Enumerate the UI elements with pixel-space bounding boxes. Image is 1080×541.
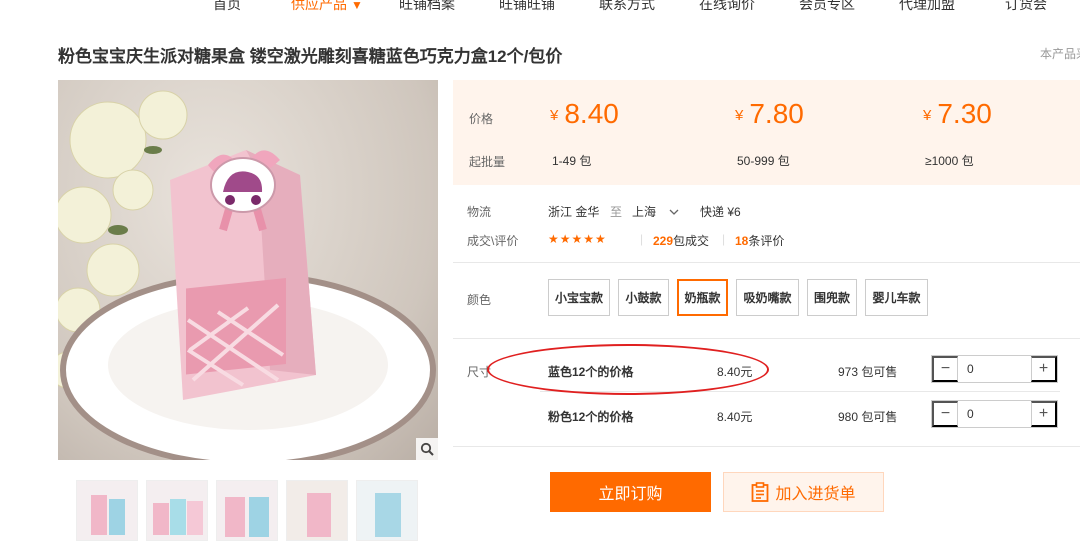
nav-shop-profile[interactable]: 旺铺档案	[399, 0, 455, 14]
reviews-link[interactable]: 18条评价	[735, 232, 784, 249]
chevron-down-icon: ▼	[351, 0, 363, 12]
nav-inquiry[interactable]: 在线询价	[699, 0, 755, 14]
thumbnail-4[interactable]	[286, 480, 348, 541]
buy-now-button[interactable]: 立即订购	[550, 472, 711, 512]
nav-agency[interactable]: 代理加盟	[899, 0, 955, 14]
price-value: 7.30	[937, 98, 992, 129]
quantity-stepper-blue: − +	[931, 355, 1058, 383]
price-tier-3: ¥7.30	[923, 98, 992, 130]
annotation-ellipse	[487, 344, 769, 395]
shipping-fee: 快递 ¥6	[700, 205, 741, 219]
quantity-input[interactable]	[959, 401, 1031, 427]
color-option-baby[interactable]: 小宝宝款	[548, 279, 610, 316]
deals-count: 229	[653, 234, 674, 248]
divider	[453, 446, 1080, 447]
qty-tier-2: 50-999 包	[737, 154, 790, 168]
divider	[453, 262, 1080, 263]
min-order-label: 起批量	[469, 155, 506, 169]
price-label: 价格	[469, 112, 494, 126]
qty-tier-3: ≥1000 包	[925, 154, 974, 168]
clipboard-icon	[752, 482, 769, 502]
top-nav: 首页 供应产品 ▼ 旺铺档案 旺铺旺铺 联系方式 在线询价 会员专区 代理加盟 订…	[0, 0, 1080, 16]
price-value: 7.80	[749, 98, 804, 129]
review-count: 18	[735, 234, 749, 248]
size-name-pink: 粉色12个的价格	[548, 410, 634, 424]
add-to-cart-button[interactable]: 加入进货单	[723, 472, 884, 512]
currency-symbol: ¥	[735, 107, 744, 124]
thumbnail-2[interactable]	[146, 480, 208, 541]
thumbnail-3[interactable]	[216, 480, 278, 541]
product-title: 粉色宝宝庆生派对糖果盒 镂空激光雕刻喜糖蓝色巧克力盒12个/包价	[58, 47, 563, 66]
price-tier-1: ¥8.40	[550, 98, 619, 130]
quantity-input[interactable]	[959, 356, 1031, 382]
separator: |	[640, 232, 644, 246]
qty-tier-1: 1-49 包	[552, 154, 592, 168]
price-value: 8.40	[564, 98, 619, 129]
ship-from: 浙江 金华	[548, 205, 600, 219]
quantity-stepper-pink: − +	[931, 400, 1058, 428]
add-to-cart-label: 加入进货单	[775, 486, 856, 503]
price-panel: 价格 起批量 ¥8.40 ¥7.80 ¥7.30 1-49 包 50-999 包…	[453, 80, 1080, 185]
decrement-button[interactable]: −	[932, 401, 958, 427]
zoom-icon[interactable]	[416, 438, 438, 460]
nav-home[interactable]: 首页	[213, 0, 241, 14]
color-option-pacifier[interactable]: 吸奶嘴款	[736, 279, 799, 316]
nav-products-label: 供应产品	[291, 0, 347, 12]
color-option-stroller[interactable]: 婴儿车款	[865, 279, 928, 316]
color-option-bottle[interactable]: 奶瓶款	[677, 279, 728, 316]
review-suffix: 条评价	[748, 234, 785, 248]
separator: |	[722, 232, 726, 246]
nav-members[interactable]: 会员专区	[799, 0, 855, 14]
ship-to-select[interactable]: 上海	[632, 203, 679, 220]
thumbnail-5[interactable]	[356, 480, 418, 541]
ship-to-value: 上海	[632, 205, 657, 219]
increment-button[interactable]: +	[1031, 356, 1057, 382]
nav-shop[interactable]: 旺铺旺铺	[499, 0, 555, 14]
deals-reviews-label: 成交\评价	[467, 234, 519, 248]
nav-order-fair[interactable]: 订货会	[1005, 0, 1047, 14]
color-label: 颜色	[467, 293, 492, 307]
color-option-drum[interactable]: 小鼓款	[618, 279, 669, 316]
product-main-image[interactable]	[58, 80, 438, 460]
nav-products[interactable]: 供应产品 ▼	[291, 0, 363, 14]
color-option-bib[interactable]: 围兜款	[807, 279, 857, 316]
decrement-button[interactable]: −	[932, 356, 958, 382]
rating-stars-icon: ★★★★★	[548, 232, 607, 246]
deals-link[interactable]: 229包成交	[653, 232, 709, 249]
ship-to-word: 至	[610, 205, 623, 219]
price-tier-2: ¥7.80	[735, 98, 804, 130]
deals-suffix: 包成交	[673, 234, 710, 248]
increment-button[interactable]: +	[1031, 401, 1057, 427]
size-stock-blue: 973 包可售	[838, 365, 898, 379]
divider	[453, 338, 1080, 339]
chevron-down-icon	[669, 209, 679, 215]
size-stock-pink: 980 包可售	[838, 410, 898, 424]
size-price-pink: 8.40元	[717, 410, 753, 424]
logistics-label: 物流	[467, 205, 492, 219]
candy-box-illustration	[58, 90, 436, 460]
nav-contact[interactable]: 联系方式	[599, 0, 655, 14]
currency-symbol: ¥	[923, 107, 932, 124]
thumbnail-1[interactable]	[76, 480, 138, 541]
currency-symbol: ¥	[550, 107, 559, 124]
product-notice: 本产品采	[1040, 47, 1080, 61]
